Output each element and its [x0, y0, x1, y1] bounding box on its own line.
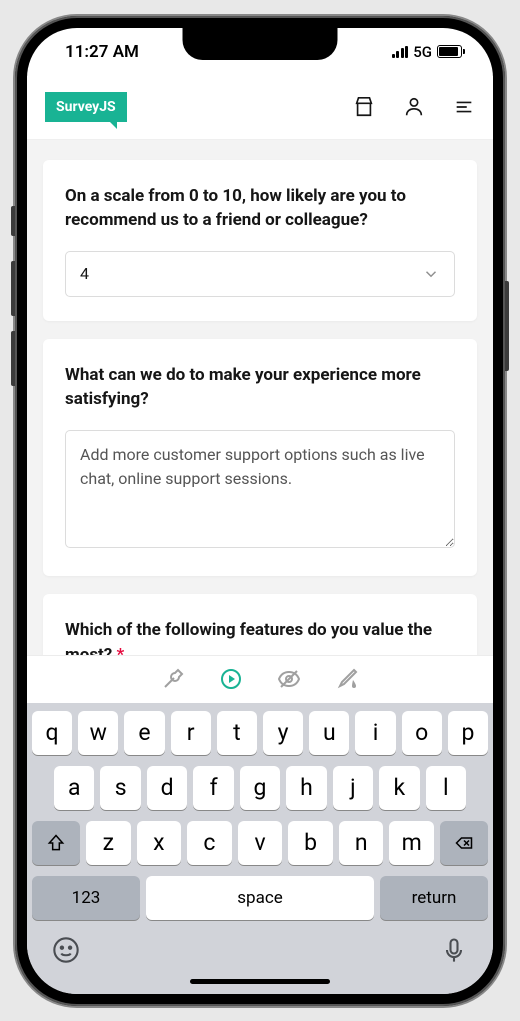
key-b[interactable]: b	[288, 821, 333, 865]
user-icon[interactable]	[403, 96, 425, 118]
rating-dropdown[interactable]: 4	[65, 251, 455, 297]
key-z[interactable]: z	[86, 821, 131, 865]
question-title: On a scale from 0 to 10, how likely are …	[65, 184, 455, 233]
mute-switch	[11, 206, 15, 236]
play-preview-icon[interactable]	[219, 667, 243, 691]
key-return[interactable]: return	[380, 876, 488, 920]
keyboard-row-4: 123 space return	[32, 876, 488, 920]
key-e[interactable]: e	[124, 711, 164, 755]
network-label: 5G	[413, 43, 432, 61]
logo[interactable]: SurveyJS	[45, 92, 127, 122]
key-j[interactable]: j	[333, 766, 373, 810]
volume-up	[11, 261, 15, 316]
volume-down	[11, 331, 15, 386]
key-u[interactable]: u	[309, 711, 349, 755]
signal-icon	[392, 46, 409, 58]
key-a[interactable]: a	[54, 766, 94, 810]
app-header: SurveyJS	[27, 76, 493, 140]
question-card-nps: On a scale from 0 to 10, how likely are …	[43, 160, 477, 321]
keyboard: q w e r t y u i o p a s d f g h j k l	[27, 703, 493, 970]
feedback-input[interactable]	[65, 430, 455, 548]
cart-icon[interactable]	[353, 96, 375, 118]
question-card-features: Which of the following features do you v…	[43, 594, 477, 654]
home-indicator[interactable]	[27, 970, 493, 994]
key-q[interactable]: q	[32, 711, 72, 755]
key-t[interactable]: t	[217, 711, 257, 755]
keyboard-bottom	[32, 928, 488, 964]
emoji-icon[interactable]	[52, 936, 80, 964]
key-h[interactable]: h	[286, 766, 326, 810]
bottom-toolbar	[27, 655, 493, 703]
mic-icon[interactable]	[440, 936, 468, 964]
question-card-feedback: What can we do to make your experience m…	[43, 339, 477, 576]
key-l[interactable]: l	[426, 766, 466, 810]
key-w[interactable]: w	[78, 711, 118, 755]
key-shift[interactable]	[32, 821, 80, 865]
key-r[interactable]: r	[171, 711, 211, 755]
key-c[interactable]: c	[187, 821, 232, 865]
survey-area[interactable]: On a scale from 0 to 10, how likely are …	[27, 140, 493, 655]
key-s[interactable]: s	[100, 766, 140, 810]
eye-off-icon[interactable]	[277, 667, 301, 691]
key-space[interactable]: space	[146, 876, 374, 920]
key-o[interactable]: o	[402, 711, 442, 755]
key-p[interactable]: p	[448, 711, 488, 755]
question-title: Which of the following features do you v…	[65, 618, 455, 654]
key-g[interactable]: g	[240, 766, 280, 810]
key-backspace[interactable]	[440, 821, 488, 865]
key-v[interactable]: v	[238, 821, 283, 865]
key-i[interactable]: i	[355, 711, 395, 755]
key-k[interactable]: k	[379, 766, 419, 810]
key-m[interactable]: m	[389, 821, 434, 865]
screen: 11:27 AM 5G SurveyJS On a	[27, 28, 493, 994]
keyboard-row-3: z x c v b n m	[32, 821, 488, 865]
key-y[interactable]: y	[263, 711, 303, 755]
keyboard-row-2: a s d f g h j k l	[32, 766, 488, 810]
status-time: 11:27 AM	[65, 42, 139, 62]
key-d[interactable]: d	[147, 766, 187, 810]
power-button	[505, 281, 509, 371]
question-title: What can we do to make your experience m…	[65, 363, 455, 412]
key-n[interactable]: n	[339, 821, 384, 865]
menu-icon[interactable]	[453, 96, 475, 118]
key-f[interactable]: f	[193, 766, 233, 810]
required-mark: *	[117, 645, 125, 655]
chevron-down-icon	[422, 265, 440, 283]
dropdown-value: 4	[80, 264, 89, 283]
phone-frame: 11:27 AM 5G SurveyJS On a	[15, 16, 505, 1006]
key-numbers[interactable]: 123	[32, 876, 140, 920]
paint-icon[interactable]	[335, 667, 359, 691]
key-x[interactable]: x	[137, 821, 182, 865]
notch	[183, 28, 338, 60]
keyboard-row-1: q w e r t y u i o p	[32, 711, 488, 755]
battery-icon	[437, 45, 465, 58]
wrench-icon[interactable]	[161, 667, 185, 691]
